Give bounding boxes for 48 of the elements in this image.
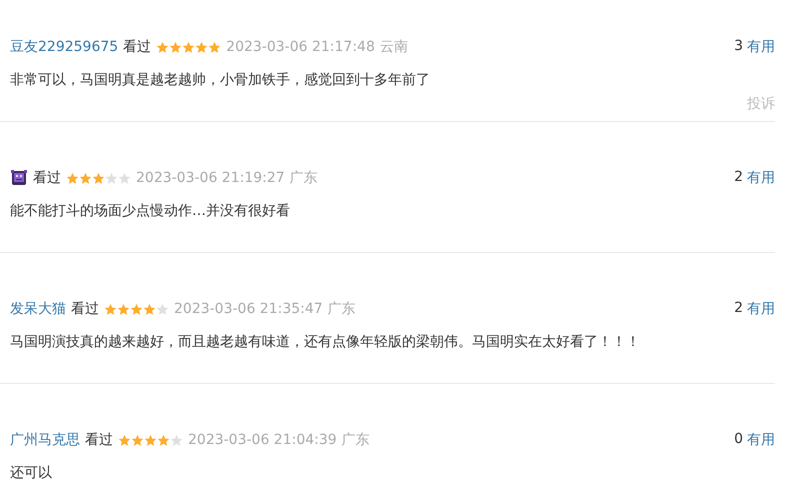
star-icon	[117, 302, 130, 316]
comment-text: 非常可以，马国明真是越老越帅，小骨加铁手，感觉回到十多年前了	[10, 71, 431, 90]
star-icon	[66, 172, 79, 184]
star-icon	[92, 172, 105, 184]
comment-location: 广东	[342, 431, 370, 449]
comment-time: 2023-03-06 21:35:47	[174, 301, 323, 317]
comment-text: 马国明演技真的越来越好，而且越老越有味道，还有点像年轻版的梁朝伟。马国明实在太好看了！！！	[10, 333, 641, 352]
star-icon	[104, 302, 117, 316]
comment-text: 还可以	[10, 464, 53, 483]
watched-label: 看过	[123, 38, 152, 56]
vote-count: 0	[734, 431, 743, 449]
star-icon	[79, 172, 92, 184]
comment-time: 2023-03-06 21:19:27	[136, 170, 285, 186]
star-icon	[156, 40, 170, 54]
star-icon	[195, 40, 208, 54]
watched-label: 看过	[71, 300, 99, 318]
star-icon	[144, 434, 157, 446]
monster-avatar-icon[interactable]	[10, 169, 28, 187]
comment-location: 云南	[380, 38, 408, 56]
useful-link[interactable]: 有用	[747, 431, 775, 449]
comment-location: 广东	[290, 169, 318, 187]
star-icon	[105, 172, 118, 184]
user-name[interactable]: 发呆大猫	[10, 300, 66, 318]
vote-count: 3	[734, 38, 743, 56]
star-icon	[182, 40, 196, 54]
useful-link[interactable]: 有用	[747, 169, 775, 187]
comment-location: 广东	[328, 300, 356, 318]
star-icon	[143, 302, 156, 316]
star-icon	[156, 302, 169, 316]
star-icon	[157, 434, 170, 446]
comment-time: 2023-03-06 21:17:48	[226, 39, 375, 55]
user-name[interactable]: 豆友229259675	[10, 38, 118, 56]
watched-label: 看过	[33, 169, 61, 187]
star-icon	[118, 434, 131, 446]
star-icon	[131, 434, 144, 446]
vote-count: 2	[734, 300, 743, 318]
comment-text: 能不能打斗的场面少点慢动作…并没有很好看	[10, 202, 291, 221]
star-icon	[118, 172, 131, 184]
star-icon	[170, 434, 183, 446]
watched-label: 看过	[85, 431, 113, 449]
star-icon	[130, 302, 143, 316]
user-name[interactable]: 广州马克思	[10, 431, 80, 449]
vote-count: 2	[734, 169, 743, 187]
useful-link[interactable]: 有用	[747, 38, 775, 56]
useful-link[interactable]: 有用	[747, 300, 775, 318]
star-icon	[208, 40, 222, 54]
comment-time: 2023-03-06 21:04:39	[188, 432, 337, 448]
star-icon	[169, 40, 182, 54]
